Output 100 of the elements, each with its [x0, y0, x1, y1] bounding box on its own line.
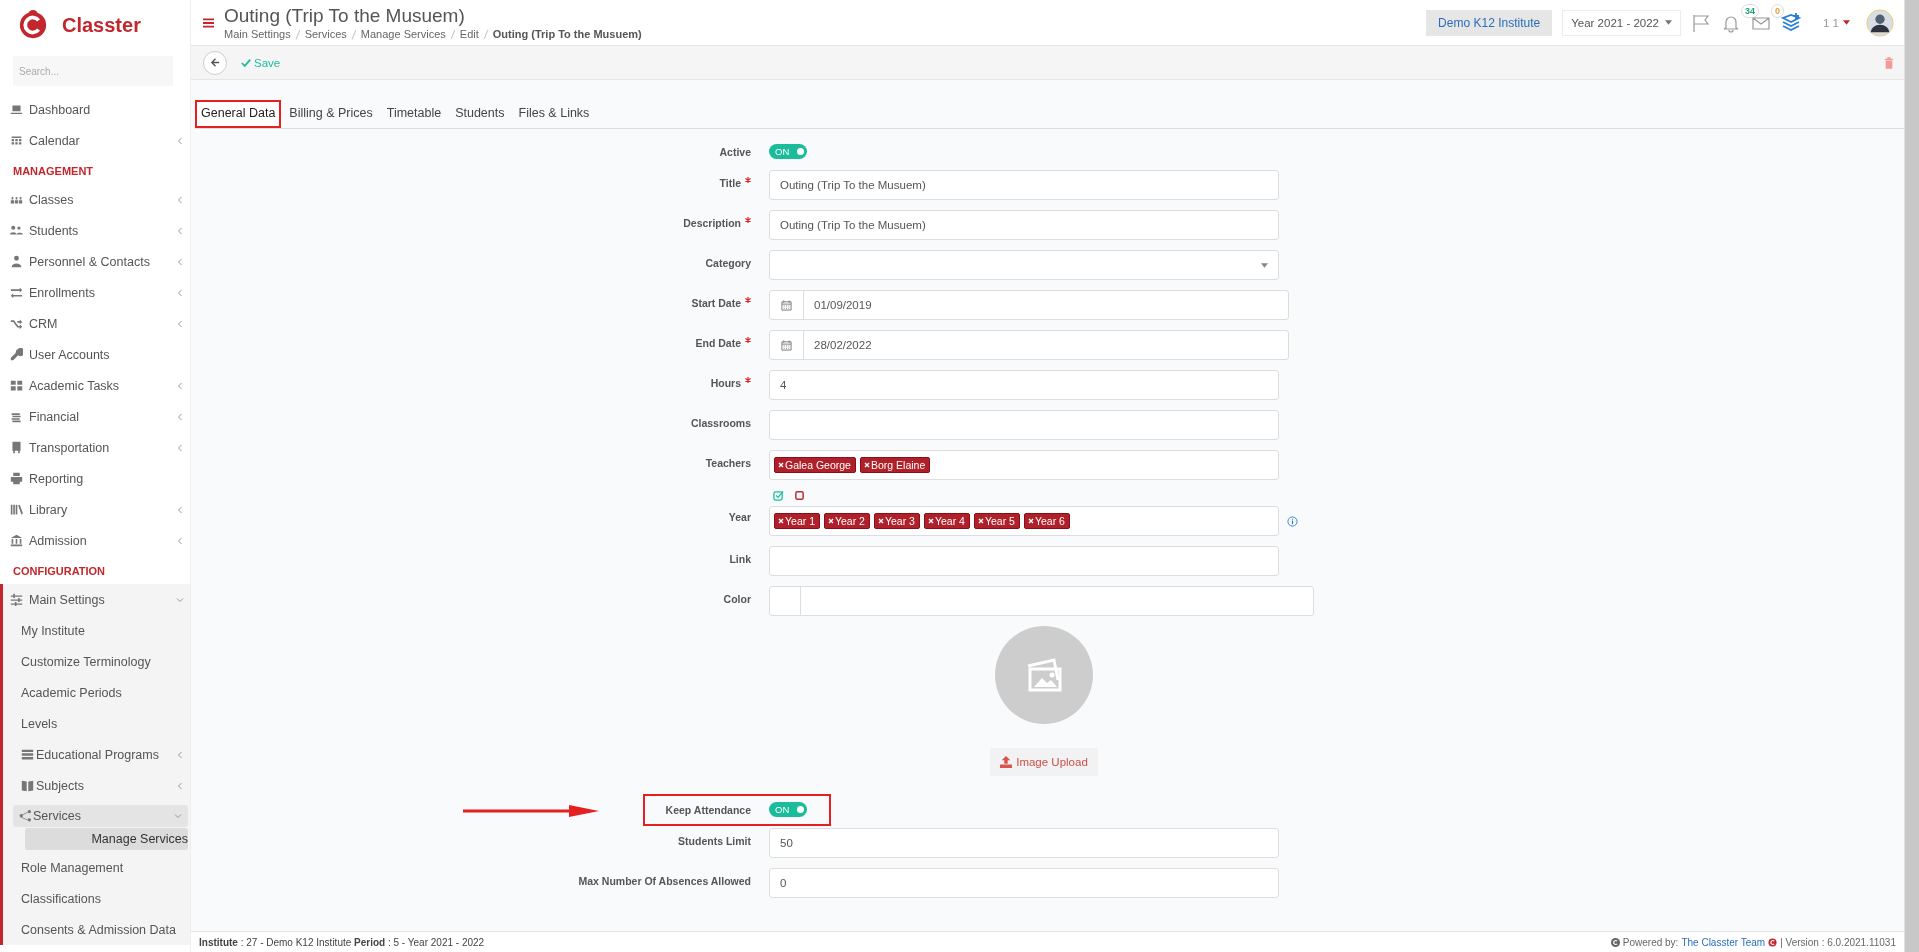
- sidebar-item[interactable]: Subjects: [3, 770, 190, 801]
- book-icon: [21, 779, 34, 792]
- tag-chip[interactable]: Year 4: [923, 513, 970, 529]
- tag-chip[interactable]: Year 2: [824, 513, 870, 529]
- close-icon[interactable]: [778, 462, 784, 468]
- tab[interactable]: Students: [449, 100, 511, 128]
- printer-icon: [10, 472, 23, 485]
- breadcrumb-link[interactable]: Edit: [459, 28, 479, 40]
- sidebar-item[interactable]: Enrollments: [0, 277, 190, 308]
- tags-field[interactable]: [769, 410, 1279, 440]
- notification-badge: 34: [1741, 3, 1759, 18]
- tag-chip[interactable]: Year 6: [1023, 513, 1070, 529]
- color-field[interactable]: [769, 586, 1314, 616]
- tag-chip[interactable]: Year 3: [873, 513, 920, 529]
- sidebar-item[interactable]: Levels: [3, 708, 190, 739]
- tags-field[interactable]: Year 1 Year 2 Year 3 Year 4 Year 5 Year 6: [769, 506, 1279, 536]
- logo-icon: [18, 10, 48, 40]
- sidebar-item[interactable]: Personnel & Contacts: [0, 246, 190, 277]
- search-field[interactable]: Search...: [13, 56, 173, 86]
- tag-chip[interactable]: Year 5: [973, 513, 1020, 529]
- field-label: Classrooms: [690, 417, 751, 429]
- input-field[interactable]: Outing (Trip To the Musuem): [769, 170, 1279, 200]
- sidebar-item[interactable]: Classes: [0, 184, 190, 215]
- image-upload-button[interactable]: Image Upload: [990, 748, 1098, 776]
- close-icon[interactable]: [863, 462, 870, 468]
- tag-chip[interactable]: Borg Elaine: [859, 457, 931, 473]
- sidebar-item[interactable]: My Institute: [3, 615, 190, 646]
- sidebar-item[interactable]: Role Management: [3, 852, 190, 883]
- sidebar-item[interactable]: Customize Terminology: [3, 646, 190, 677]
- sidebar-item[interactable]: Manage Services: [25, 828, 188, 850]
- slash-icon: [449, 28, 456, 40]
- sidebar-item[interactable]: Reporting: [0, 463, 190, 494]
- team-link[interactable]: The Classter Team: [1681, 936, 1766, 948]
- sidebar-item[interactable]: Financial: [0, 401, 190, 432]
- sidebar-item[interactable]: Services: [13, 805, 188, 827]
- sidebar-item[interactable]: Students: [0, 215, 190, 246]
- person-icon: [10, 255, 23, 268]
- sliders-icon: [10, 593, 23, 606]
- layers-plus-icon[interactable]: [1781, 12, 1801, 33]
- back-button[interactable]: [203, 50, 227, 75]
- date-field[interactable]: 28/02/2022: [769, 330, 1289, 360]
- chevron-left-icon: [176, 381, 184, 390]
- close-icon[interactable]: [977, 518, 984, 524]
- tag-chip[interactable]: Year 1: [774, 513, 820, 529]
- checkbox-checked-icon[interactable]: [773, 490, 784, 501]
- sidebar-item[interactable]: Consents & Admission Data: [3, 914, 190, 945]
- slash-icon: [350, 28, 357, 40]
- footer-info: Institute : 27 - Demo K12 Institute Period : 5 - Year 2021 - 2022: [199, 936, 485, 948]
- bank-icon: [10, 534, 23, 547]
- tab[interactable]: Billing & Prices: [283, 100, 379, 128]
- message-badge: 0: [1771, 3, 1784, 18]
- close-icon[interactable]: [927, 518, 934, 524]
- sidebar-item[interactable]: Transportation: [0, 432, 190, 463]
- year-dropdown[interactable]: Year 2021 - 2022: [1562, 9, 1681, 36]
- sidebar-item[interactable]: Academic Tasks: [0, 370, 190, 401]
- dropdown-field[interactable]: [769, 250, 1279, 280]
- info-icon[interactable]: [1287, 515, 1298, 527]
- upload-icon: [1000, 756, 1013, 768]
- breadcrumb-link[interactable]: Manage Services: [360, 28, 446, 40]
- tag-chip[interactable]: Galea George: [774, 457, 856, 473]
- tags-field[interactable]: Galea George Borg Elaine: [769, 450, 1279, 480]
- field-label: Teachers: [705, 457, 751, 469]
- key-icon: [10, 348, 23, 361]
- institute-button[interactable]: Demo K12 Institute: [1426, 9, 1553, 36]
- slash-icon: [482, 28, 489, 40]
- checkbox-empty-icon[interactable]: [794, 490, 805, 501]
- sidebar-item[interactable]: Calendar: [0, 125, 190, 156]
- field-label: Max Number Of Absences Allowed: [578, 875, 751, 887]
- sidebar-item[interactable]: Educational Programs: [3, 739, 190, 770]
- tab[interactable]: General Data: [195, 100, 282, 128]
- date-field[interactable]: 01/09/2019: [769, 290, 1289, 320]
- tab[interactable]: Files & Links: [512, 100, 596, 128]
- input-field[interactable]: [769, 546, 1279, 576]
- breadcrumb-link[interactable]: Services: [304, 28, 347, 40]
- sidebar-item[interactable]: Classifications: [3, 883, 190, 914]
- close-icon[interactable]: [828, 518, 834, 524]
- input-field[interactable]: Outing (Trip To the Musuem): [769, 210, 1279, 240]
- sidebar-item[interactable]: Main Settings: [3, 584, 190, 615]
- section-heading: MANAGEMENT: [12, 164, 95, 179]
- scrollbar[interactable]: [1904, 0, 1919, 952]
- coins-icon: [10, 410, 23, 423]
- breadcrumb-link[interactable]: Main Settings: [224, 28, 291, 40]
- input-field[interactable]: 4: [769, 370, 1279, 400]
- slash-icon: [294, 28, 301, 40]
- close-icon[interactable]: [877, 518, 884, 524]
- sidebar-item[interactable]: Dashboard: [0, 94, 190, 125]
- close-icon[interactable]: [778, 518, 784, 524]
- sidebar-item[interactable]: Academic Periods: [3, 677, 190, 708]
- close-icon[interactable]: [1027, 518, 1034, 524]
- sidebar-item[interactable]: Library: [0, 494, 190, 525]
- sidebar-item[interactable]: User Accounts: [0, 339, 190, 370]
- avatar-icon[interactable]: [1866, 8, 1894, 37]
- input-field[interactable]: 0: [769, 868, 1279, 898]
- sidebar-item[interactable]: Admission: [0, 525, 190, 556]
- chevron-left-icon: [176, 505, 184, 514]
- tab[interactable]: Timetable: [380, 100, 448, 128]
- menu-icon[interactable]: [203, 17, 214, 28]
- powered-by-text: Powered by:: [1622, 936, 1679, 948]
- sidebar-item[interactable]: CRM: [0, 308, 190, 339]
- input-field[interactable]: 50: [769, 828, 1279, 858]
